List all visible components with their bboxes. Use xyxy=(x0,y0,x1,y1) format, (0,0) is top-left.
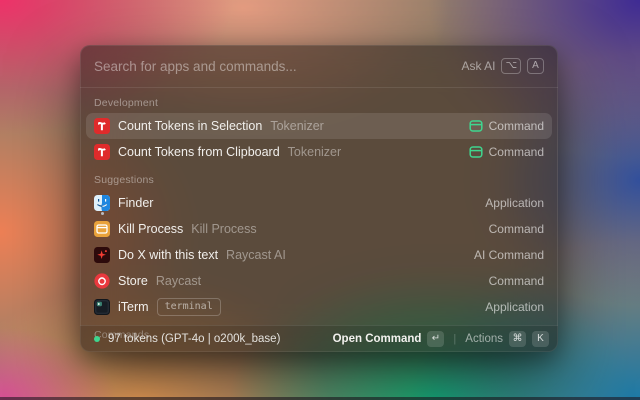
option-keycap: ⌥ xyxy=(501,58,521,74)
finder-icon xyxy=(94,195,110,211)
list-item-do-x-with-this-text[interactable]: Do X with this text Raycast AI AI Comman… xyxy=(86,242,552,268)
iterm-icon xyxy=(94,299,110,315)
desktop-wallpaper: Search for apps and commands... Ask AI ⌥… xyxy=(0,0,640,400)
section-header-development: Development xyxy=(86,90,552,113)
command-icon xyxy=(469,145,483,159)
item-type-label: Application xyxy=(485,196,544,210)
kill-process-icon xyxy=(94,221,110,237)
item-subtitle: Tokenizer xyxy=(270,119,324,133)
terminal-badge: terminal xyxy=(157,298,221,316)
list-item-finder[interactable]: Finder Application xyxy=(86,190,552,216)
search-input[interactable]: Search for apps and commands... xyxy=(94,59,297,74)
list-item-store[interactable]: Store Raycast Command xyxy=(86,268,552,294)
command-icon xyxy=(469,119,483,133)
item-subtitle: Kill Process xyxy=(191,222,256,236)
item-type-label: Command xyxy=(489,119,544,133)
list-item-count-tokens-from-clipboard[interactable]: Count Tokens from Clipboard Tokenizer Co… xyxy=(86,139,552,165)
raycast-store-icon xyxy=(94,273,110,289)
section-header-suggestions: Suggestions xyxy=(86,165,552,190)
running-indicator-dot xyxy=(101,212,104,215)
raycast-ai-icon xyxy=(94,247,110,263)
footer-divider: | xyxy=(453,333,456,345)
item-type-label: Application xyxy=(485,300,544,314)
return-keycap: ↵ xyxy=(427,331,444,347)
item-title: Count Tokens from Clipboard xyxy=(118,145,280,159)
token-count-status: 97 tokens (GPT-4o | o200k_base) xyxy=(108,333,280,345)
item-title: Finder xyxy=(118,196,153,210)
list-item-count-tokens-in-selection[interactable]: Count Tokens in Selection Tokenizer Comm… xyxy=(86,113,552,139)
item-subtitle: Raycast xyxy=(156,274,201,288)
ask-ai-label: Ask AI xyxy=(461,59,495,73)
list-item-iterm[interactable]: iTerm terminal Application xyxy=(86,294,552,320)
search-bar[interactable]: Search for apps and commands... Ask AI ⌥… xyxy=(80,45,558,88)
item-title: Store xyxy=(118,274,148,288)
results-list: Development Count Tokens in Selection To… xyxy=(80,88,558,345)
status-dot-icon xyxy=(94,336,100,342)
item-title: Count Tokens in Selection xyxy=(118,119,262,133)
item-subtitle: Tokenizer xyxy=(288,145,342,159)
ask-ai-button[interactable]: Ask AI ⌥ A xyxy=(461,58,544,74)
item-subtitle: Raycast AI xyxy=(226,248,286,262)
tokenizer-icon xyxy=(94,118,110,134)
actions-button[interactable]: Actions xyxy=(465,333,503,345)
a-keycap: A xyxy=(527,58,544,74)
open-command-button[interactable]: Open Command xyxy=(333,333,422,345)
item-accessory: Command xyxy=(469,145,544,159)
item-type-label: Command xyxy=(489,222,544,236)
item-accessory: Command xyxy=(469,119,544,133)
item-title: iTerm xyxy=(118,300,149,314)
command-keycap: ⌘ xyxy=(509,331,526,347)
tokenizer-icon xyxy=(94,144,110,160)
item-type-label: Command xyxy=(489,274,544,288)
list-item-kill-process[interactable]: Kill Process Kill Process Command xyxy=(86,216,552,242)
item-title: Kill Process xyxy=(118,222,183,236)
k-keycap: K xyxy=(532,331,549,347)
item-title: Do X with this text xyxy=(118,248,218,262)
item-type-label: AI Command xyxy=(474,248,544,262)
item-type-label: Command xyxy=(489,145,544,159)
raycast-launcher-window: Search for apps and commands... Ask AI ⌥… xyxy=(80,45,558,352)
action-bar: 97 tokens (GPT-4o | o200k_base) Open Com… xyxy=(80,325,558,352)
